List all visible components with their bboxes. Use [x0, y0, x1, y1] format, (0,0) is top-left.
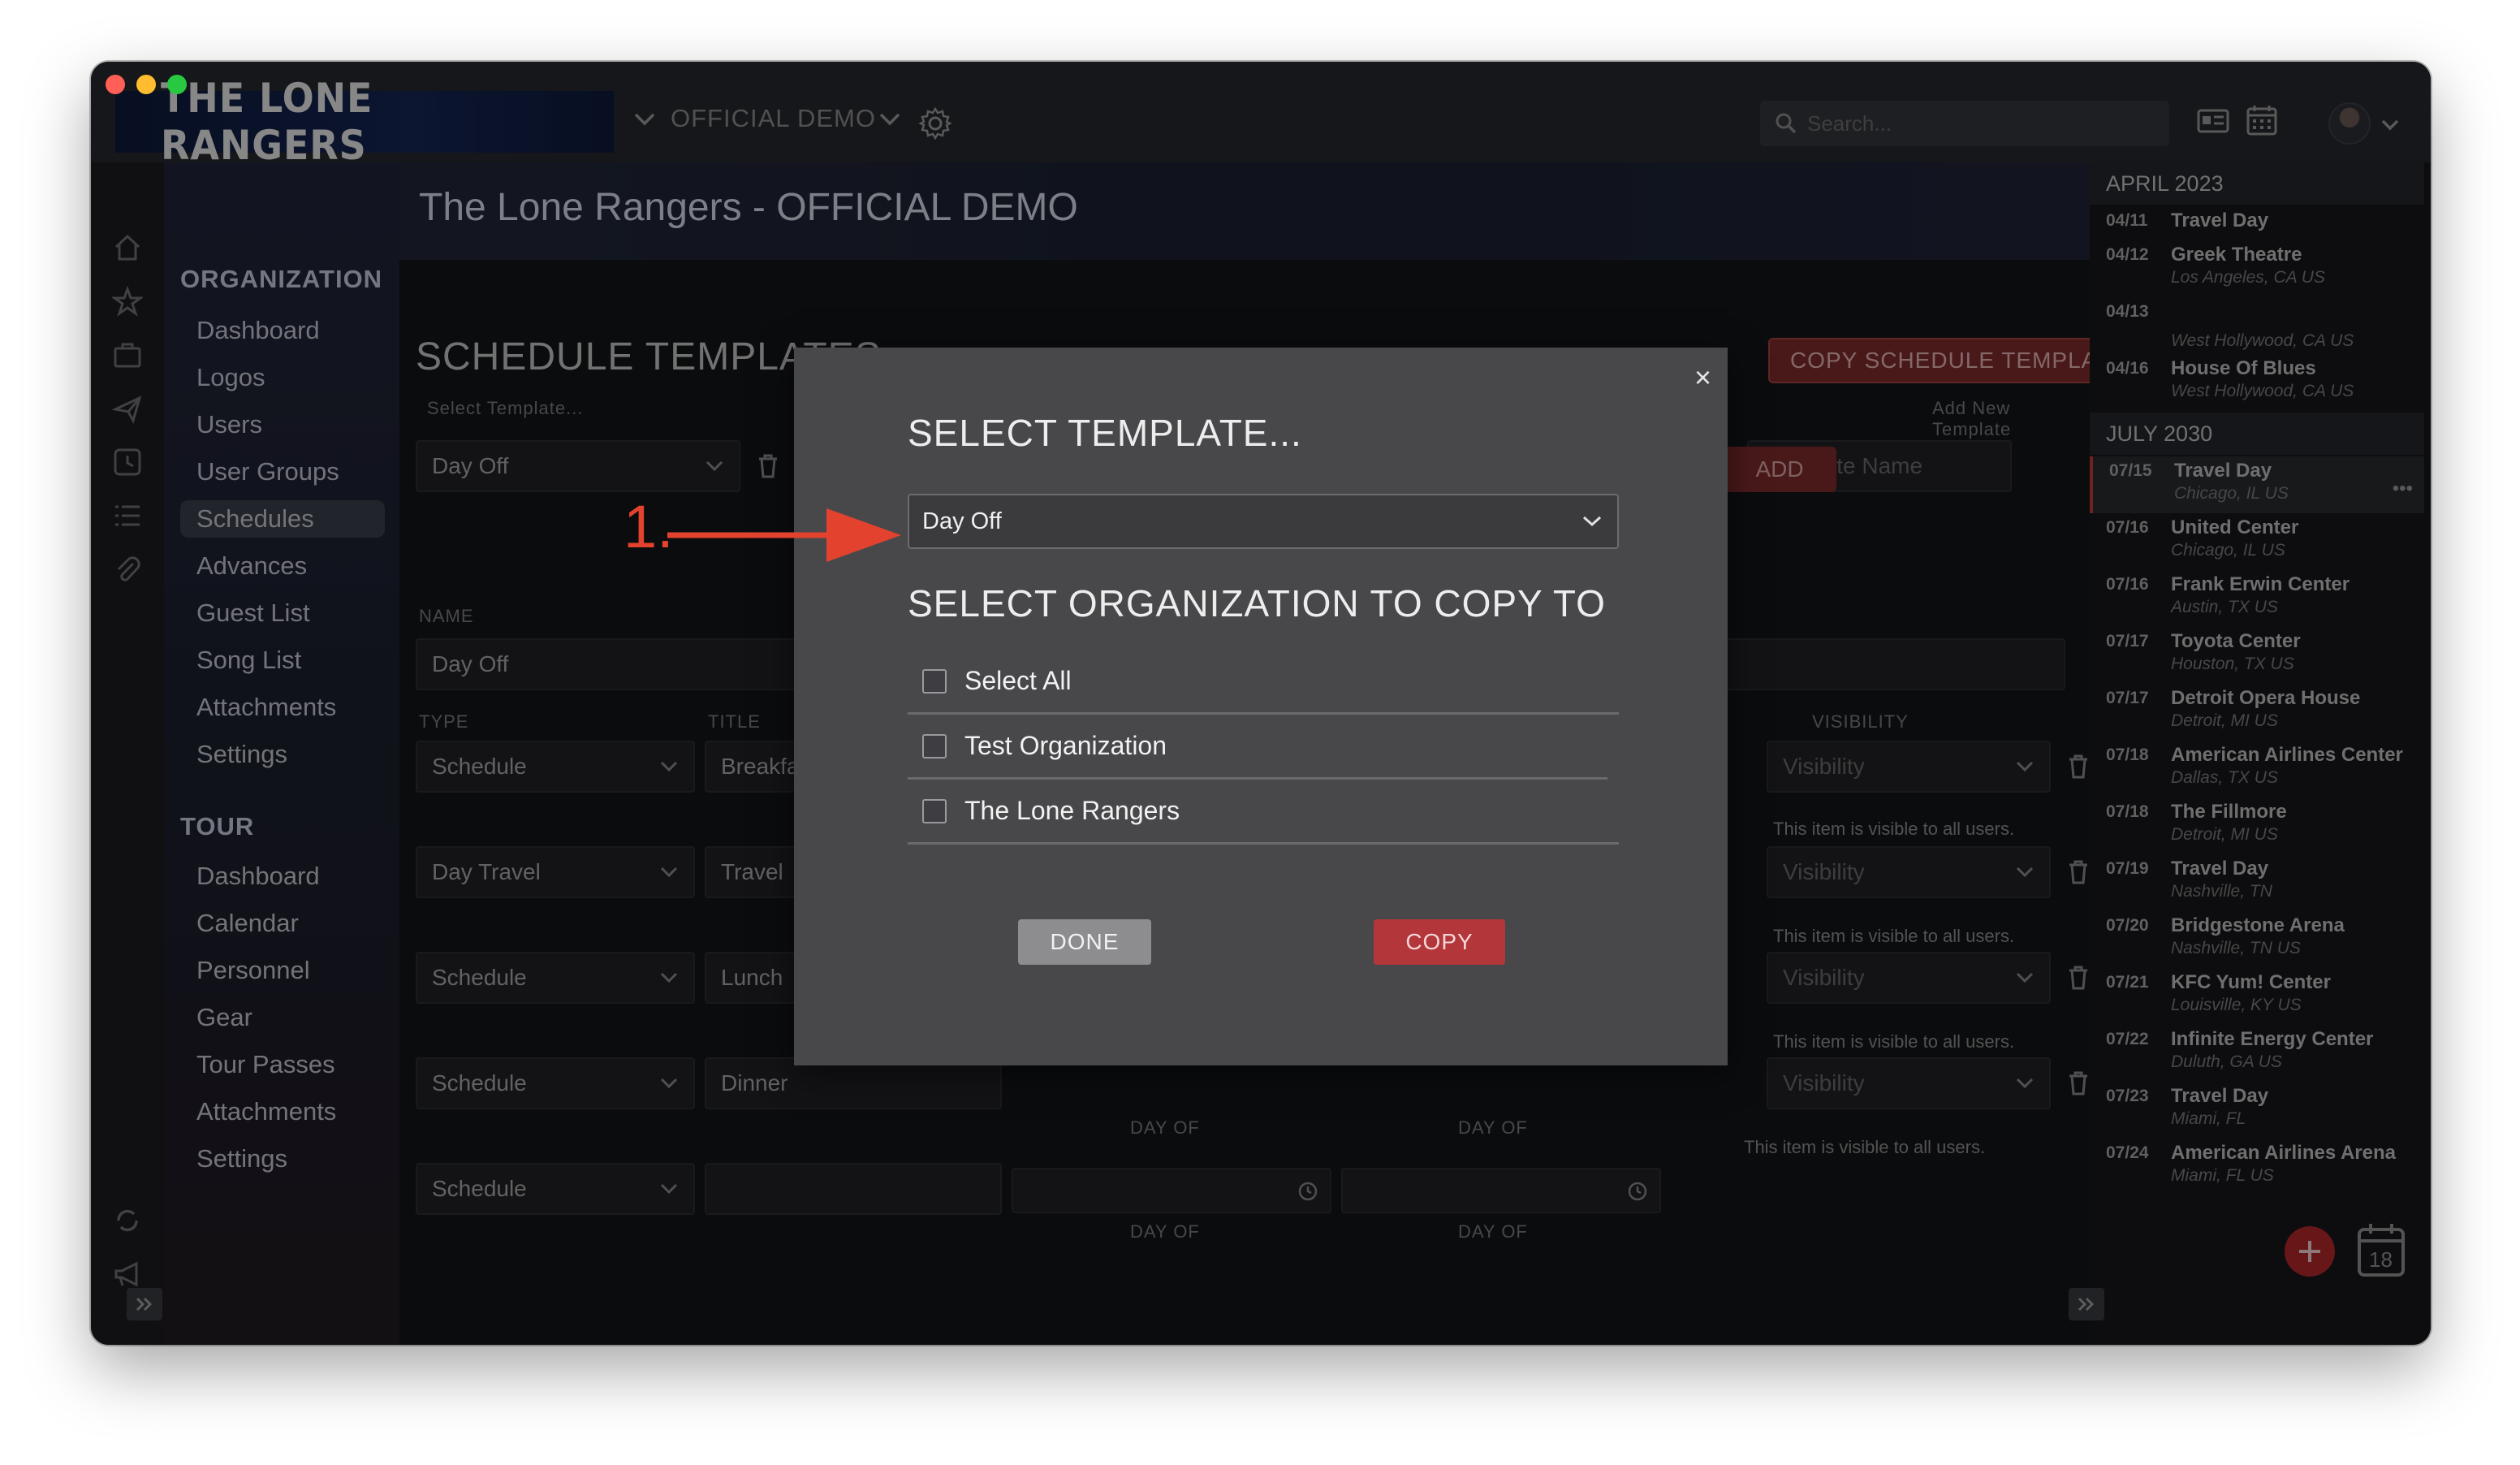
close-window-button[interactable] [106, 75, 125, 94]
close-icon[interactable]: × [1694, 361, 1711, 395]
option-the-lone-rangers[interactable]: The Lone Rangers [908, 780, 1619, 845]
template-dropdown-value: Day Off [922, 508, 1002, 534]
copy-template-modal: × SELECT TEMPLATE... Day Off SELECT ORGA… [794, 348, 1728, 1065]
option-label: Test Organization [964, 731, 1167, 760]
annotation-arrow-icon [667, 508, 901, 562]
window-controls [106, 75, 187, 94]
select-template-heading: SELECT TEMPLATE... [908, 412, 1302, 454]
option-label: Select All [964, 666, 1072, 695]
checkbox[interactable] [922, 798, 947, 823]
chevron-down-icon [1582, 516, 1602, 527]
option-label: The Lone Rangers [964, 796, 1180, 825]
checkbox[interactable] [922, 668, 947, 694]
option-test-organization[interactable]: Test Organization [908, 715, 1607, 780]
copy-button[interactable]: COPY [1374, 919, 1505, 965]
option-select-all[interactable]: Select All [908, 650, 1619, 715]
annotation-step-label: 1. [624, 493, 674, 560]
done-button[interactable]: DONE [1018, 919, 1151, 965]
template-dropdown[interactable]: Day Off [908, 494, 1619, 549]
select-organization-heading: SELECT ORGANIZATION TO COPY TO [908, 582, 1606, 624]
maximize-window-button[interactable] [167, 75, 187, 94]
minimize-window-button[interactable] [136, 75, 156, 94]
app-window: THE LONE RANGERS OFFICIAL DEMO ORGANIZ [91, 62, 2431, 1345]
checkbox[interactable] [922, 733, 947, 758]
